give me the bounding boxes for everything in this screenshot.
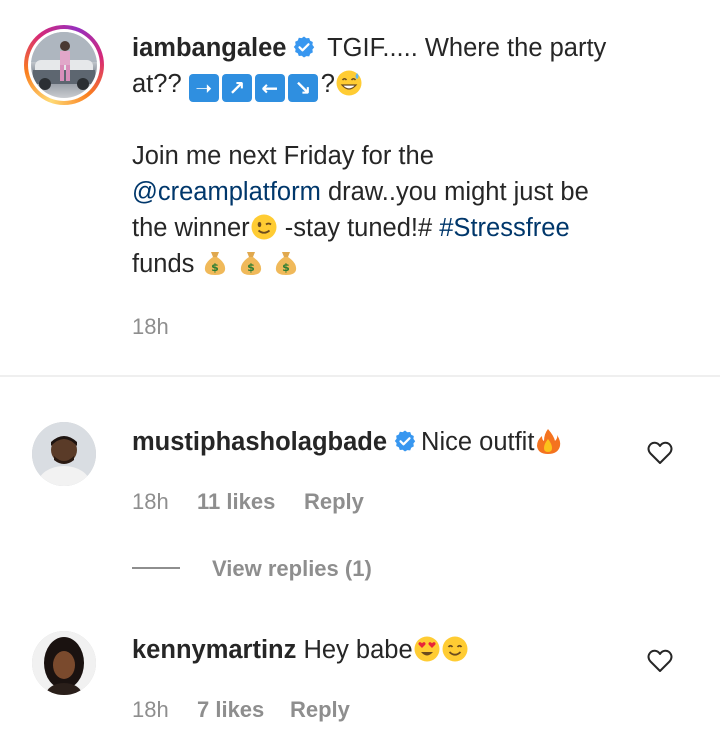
- mention-link[interactable]: @creamplatform: [132, 178, 321, 206]
- comment-username[interactable]: mustiphasholagbade: [132, 428, 387, 456]
- right-arrow-emoji: ➝: [188, 74, 219, 102]
- comment-body: mustiphasholagbade Nice outfit: [132, 427, 562, 457]
- money-bag-icon: $: [240, 252, 261, 275]
- up-right-arrow-emoji: ↗: [221, 74, 252, 102]
- reply-button[interactable]: Reply: [290, 697, 350, 723]
- post-author-username[interactable]: iambangalee: [132, 34, 286, 62]
- post-author-avatar[interactable]: [24, 25, 104, 105]
- comment-avatar[interactable]: [32, 631, 96, 695]
- sweat-smile-icon: [336, 70, 362, 96]
- reply-button[interactable]: Reply: [304, 489, 364, 515]
- winking-face-icon: [251, 214, 277, 240]
- comment-timestamp: 18h: [132, 489, 169, 514]
- caption-line1-text: TGIF..... Where the party: [327, 34, 607, 62]
- down-right-arrow-emoji: ↘: [287, 74, 318, 102]
- left-arrow-emoji: ←: [254, 74, 285, 102]
- post-caption: iambangalee TGIF..... Where the party at…: [132, 30, 672, 282]
- hashtag-link[interactable]: #Stressfree: [439, 214, 569, 242]
- comment-likes[interactable]: 11 likes: [197, 489, 275, 515]
- caption-winner-text: the winner: [132, 214, 250, 242]
- comment-body: kennymartinz Hey babe: [132, 635, 469, 665]
- verified-badge-icon: [294, 36, 315, 58]
- money-bag-icon: $: [275, 252, 296, 275]
- caption-join-text: Join me next Friday for the: [132, 142, 434, 170]
- comment-text: Nice outfit: [421, 428, 535, 456]
- post-timestamp: 18h: [132, 314, 169, 339]
- heart-eyes-icon: [414, 636, 440, 662]
- caption-stay-text: -stay tuned!#: [277, 214, 440, 242]
- svg-text:$: $: [247, 261, 255, 274]
- comment-username[interactable]: kennymartinz: [132, 636, 296, 664]
- view-replies-button[interactable]: View replies (1): [212, 556, 372, 582]
- caption-divider: [0, 375, 720, 377]
- fire-icon: [537, 429, 561, 454]
- heart-outline-icon[interactable]: [647, 649, 673, 673]
- verified-badge-icon: [394, 430, 416, 452]
- svg-text:$: $: [282, 261, 290, 274]
- smiling-face-icon: [442, 636, 468, 662]
- caption-at-text: at??: [132, 70, 182, 98]
- caption-funds-text: funds: [132, 250, 195, 278]
- comment-avatar[interactable]: [32, 422, 96, 486]
- heart-outline-icon[interactable]: [647, 441, 673, 465]
- comment-text: Hey babe: [303, 636, 413, 664]
- caption-draw-text: draw..you might just be: [320, 178, 589, 206]
- svg-text:$: $: [212, 261, 220, 274]
- comment-timestamp: 18h: [132, 697, 169, 722]
- caption-question-mark: ?: [320, 70, 335, 98]
- replies-rule: [132, 567, 180, 569]
- money-bag-icon: $: [205, 252, 226, 275]
- comment-likes[interactable]: 7 likes: [197, 697, 264, 723]
